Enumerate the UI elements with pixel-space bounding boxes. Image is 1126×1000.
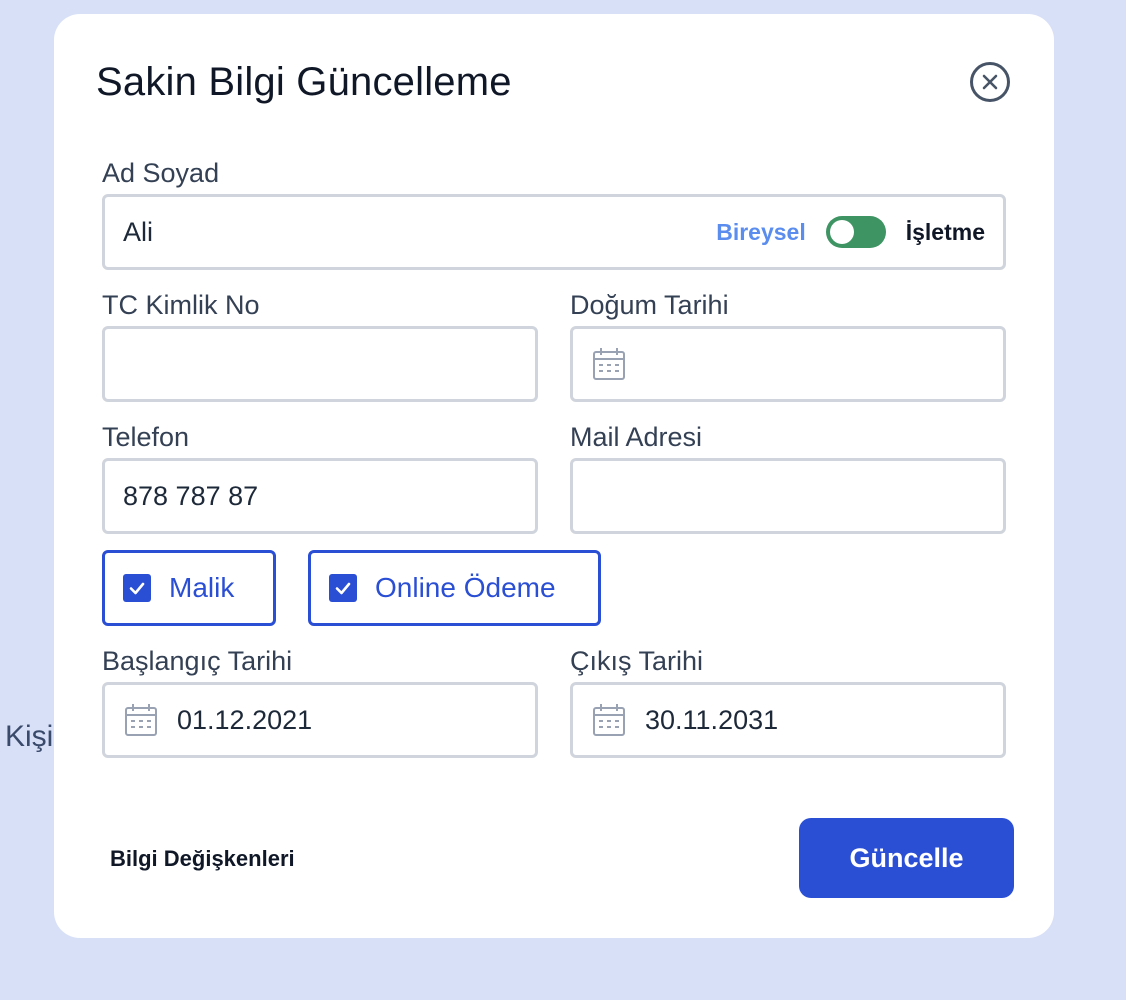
telefon-label: Telefon xyxy=(102,422,190,452)
close-button[interactable] xyxy=(970,62,1010,102)
bilgi-degiskenleri-link[interactable]: Bilgi Değişkenleri xyxy=(110,846,295,872)
baslangic-value: 01.12.2021 xyxy=(177,704,313,735)
calendar-icon xyxy=(593,348,625,380)
tc-input[interactable] xyxy=(102,326,538,402)
telefon-value: 878 787 87 xyxy=(123,480,259,511)
cikis-label: Çıkış Tarihi xyxy=(570,646,704,676)
toggle-label-bireysel[interactable]: Bireysel xyxy=(716,219,806,246)
background-partial-text: Kişi xyxy=(5,720,54,753)
cikis-date-input[interactable]: 30.11.2031 xyxy=(570,682,1006,758)
ad-soyad-label: Ad Soyad xyxy=(102,158,220,188)
tc-label: TC Kimlik No xyxy=(102,290,260,320)
modal-title: Sakin Bilgi Güncelleme xyxy=(96,60,512,104)
account-type-toggle[interactable] xyxy=(825,216,886,248)
checkbox-checked-icon xyxy=(329,574,357,602)
online-odeme-label: Online Ödeme xyxy=(375,572,556,603)
guncelle-button[interactable]: Güncelle xyxy=(799,818,1014,898)
malik-label: Malik xyxy=(169,572,235,603)
dogum-date-input[interactable] xyxy=(570,326,1006,402)
dogum-label: Doğum Tarihi xyxy=(570,290,729,320)
type-toggle-group: Bireysel İşletme xyxy=(716,197,985,267)
ad-soyad-value: Ali xyxy=(123,216,154,247)
checkbox-checked-icon xyxy=(123,574,151,602)
cikis-value: 30.11.2031 xyxy=(645,704,779,735)
update-resident-modal: Sakin Bilgi Güncelleme Ad Soyad Ali Bire… xyxy=(54,14,1054,938)
malik-checkbox[interactable]: Malik xyxy=(102,550,276,626)
mail-input[interactable] xyxy=(570,458,1006,534)
online-odeme-checkbox[interactable]: Online Ödeme xyxy=(308,550,601,626)
toggle-label-isletme[interactable]: İşletme xyxy=(906,219,985,246)
baslangic-date-input[interactable]: 01.12.2021 xyxy=(102,682,538,758)
close-icon xyxy=(982,74,998,90)
calendar-icon xyxy=(593,704,625,736)
baslangic-label: Başlangıç Tarihi xyxy=(102,646,293,676)
toggle-knob xyxy=(829,220,854,244)
telefon-input[interactable]: 878 787 87 xyxy=(102,458,538,534)
ad-soyad-field[interactable]: Ali Bireysel İşletme xyxy=(102,194,1006,270)
calendar-icon xyxy=(125,704,157,736)
mail-label: Mail Adresi xyxy=(570,422,703,452)
